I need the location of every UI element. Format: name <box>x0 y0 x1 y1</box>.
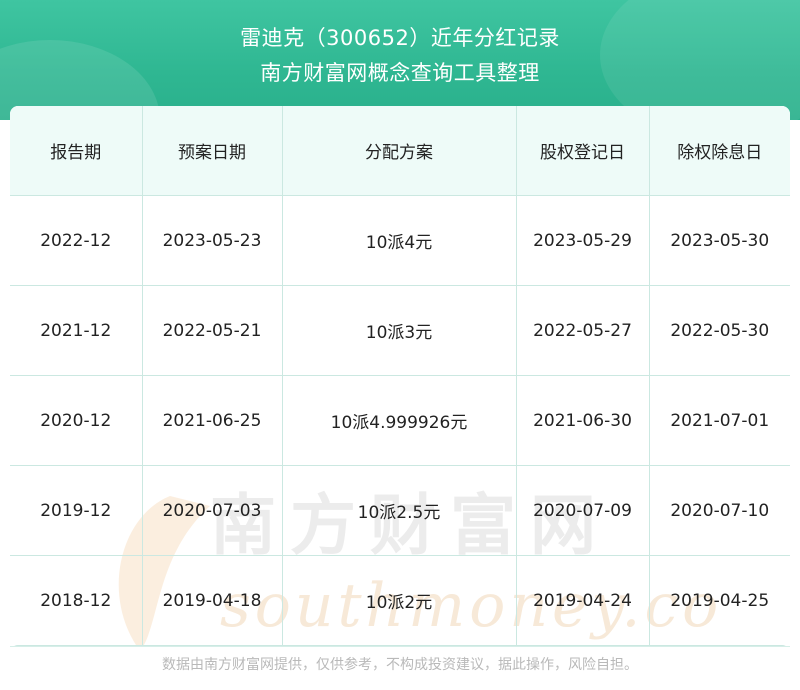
cell-ex-dividend-date: 2023-05-30 <box>648 195 790 286</box>
cell-report-period: 2019-12 <box>10 465 142 556</box>
cell-plan-date: 2020-07-03 <box>141 465 282 556</box>
cell-report-period: 2020-12 <box>10 375 142 466</box>
page-subtitle: 南方财富网概念查询工具整理 <box>260 61 540 85</box>
col-distribution-plan: 分配方案 <box>281 106 516 196</box>
table-row: 2020-12 2021-06-25 10派4.999926元 2021-06-… <box>10 375 790 466</box>
cell-record-date: 2019-04-24 <box>515 555 649 646</box>
table-row: 2021-12 2022-05-21 10派3元 2022-05-27 2022… <box>10 285 790 376</box>
footer-divider <box>10 646 790 647</box>
cell-report-period: 2021-12 <box>10 285 142 376</box>
cell-record-date: 2020-07-09 <box>515 465 649 556</box>
cell-distribution-plan: 10派3元 <box>281 285 516 376</box>
footer-disclaimer: 数据由南方财富网提供，仅供参考，不构成投资建议，据此操作，风险自担。 <box>162 657 638 673</box>
table-row: 2022-12 2023-05-23 10派4元 2023-05-29 2023… <box>10 195 790 286</box>
cell-ex-dividend-date: 2021-07-01 <box>648 375 790 466</box>
dividend-table-panel: 南方财富网 southmoney.com 报告期 预案日期 分配方案 股权登记日… <box>10 106 790 646</box>
cell-plan-date: 2021-06-25 <box>141 375 282 466</box>
cell-report-period: 2018-12 <box>10 555 142 646</box>
cell-distribution-plan: 10派2元 <box>281 555 516 646</box>
cell-record-date: 2021-06-30 <box>515 375 649 466</box>
table-row: 2019-12 2020-07-03 10派2.5元 2020-07-09 20… <box>10 465 790 556</box>
header-banner: 雷迪克（300652）近年分红记录 南方财富网概念查询工具整理 <box>0 0 800 120</box>
dividend-table: 报告期 预案日期 分配方案 股权登记日 除权除息日 2022-12 2023-0… <box>10 106 790 646</box>
cell-plan-date: 2022-05-21 <box>141 285 282 376</box>
cell-plan-date: 2023-05-23 <box>141 195 282 286</box>
cell-report-period: 2022-12 <box>10 195 142 286</box>
cell-plan-date: 2019-04-18 <box>141 555 282 646</box>
cell-distribution-plan: 10派4元 <box>281 195 516 286</box>
col-report-period: 报告期 <box>10 106 142 196</box>
cell-ex-dividend-date: 2019-04-25 <box>648 555 790 646</box>
cell-record-date: 2023-05-29 <box>515 195 649 286</box>
table-row: 2018-12 2019-04-18 10派2元 2019-04-24 2019… <box>10 555 790 646</box>
cell-record-date: 2022-05-27 <box>515 285 649 376</box>
cell-distribution-plan: 10派4.999926元 <box>281 375 516 466</box>
col-record-date: 股权登记日 <box>515 106 649 196</box>
page-title: 雷迪克（300652）近年分红记录 <box>240 26 560 50</box>
cell-distribution-plan: 10派2.5元 <box>281 465 516 556</box>
cell-ex-dividend-date: 2020-07-10 <box>648 465 790 556</box>
cell-ex-dividend-date: 2022-05-30 <box>648 285 790 376</box>
col-plan-date: 预案日期 <box>141 106 282 196</box>
col-ex-dividend-date: 除权除息日 <box>648 106 790 196</box>
table-header-row: 报告期 预案日期 分配方案 股权登记日 除权除息日 <box>10 106 790 196</box>
